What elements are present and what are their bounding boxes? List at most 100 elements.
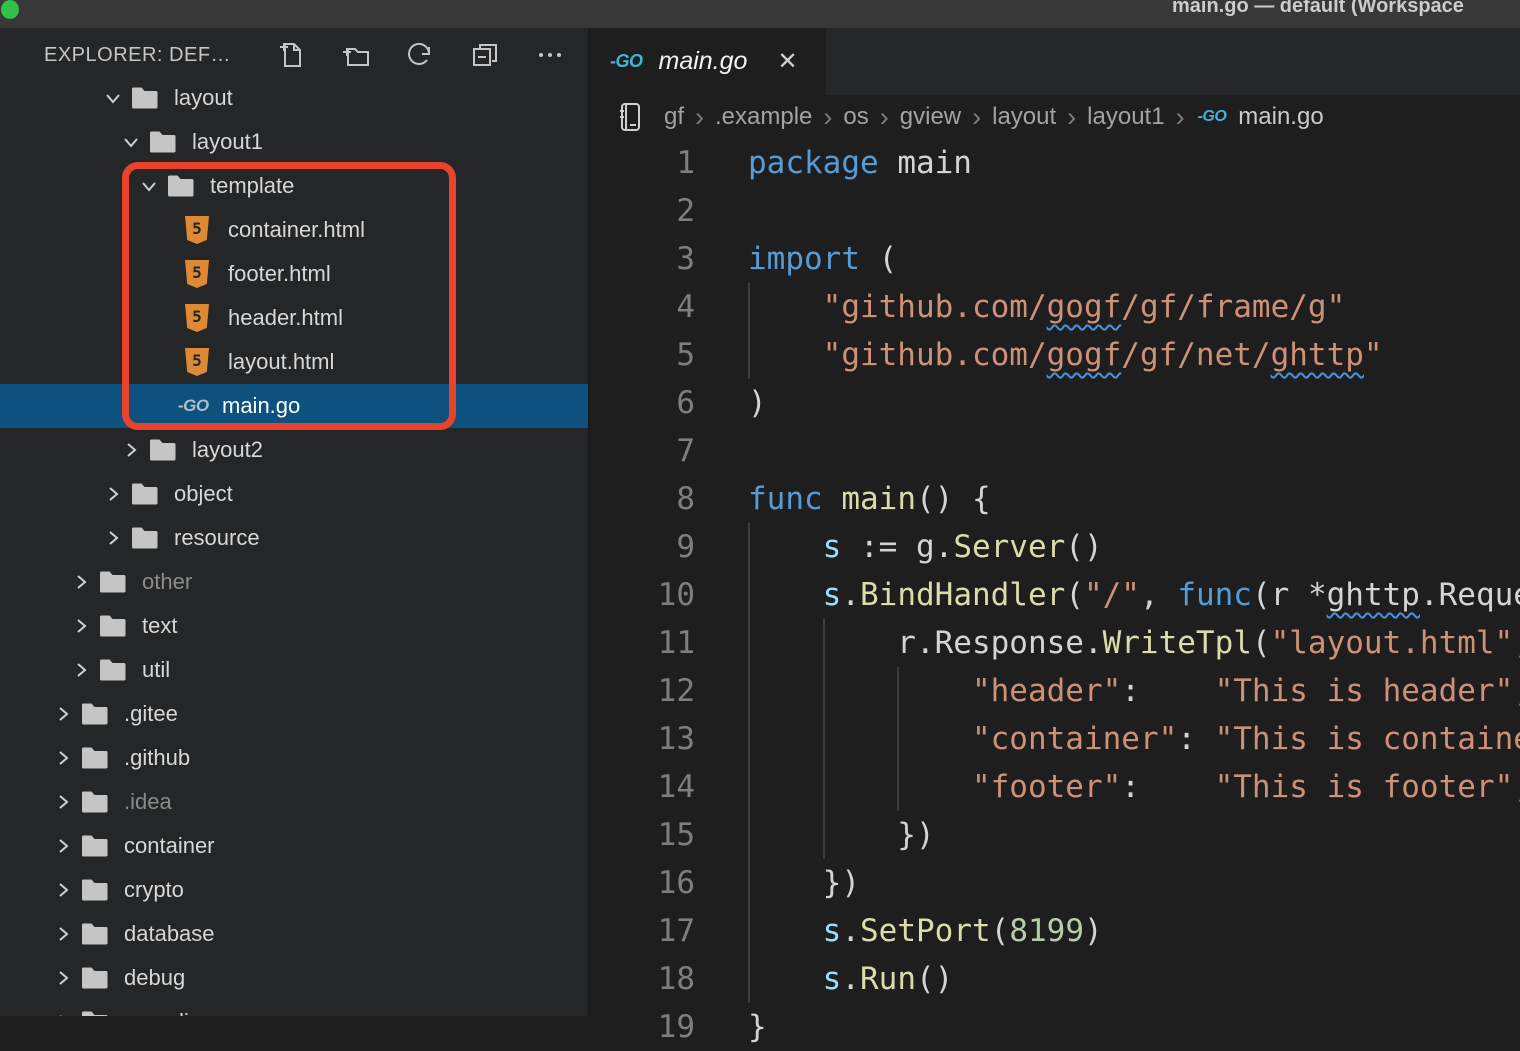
chevron-open-icon[interactable] [120,120,148,164]
code-text: import ( [748,235,897,283]
code-line-17: 17 s.SetPort(8199) [590,907,1520,955]
svg-text:5: 5 [192,263,202,282]
tree-item-label: resource [174,525,260,551]
collapse-all-icon[interactable] [469,39,501,71]
new-file-icon[interactable] [274,39,306,71]
chevron-closed-icon[interactable] [52,956,80,1000]
chevron-closed-icon[interactable] [52,868,80,912]
tree-item-label: crypto [124,877,184,903]
code-text: func main() { [748,475,991,523]
code-text: "header": "This is header", [748,667,1520,715]
tree-item-label: .idea [124,789,172,815]
folder-icon [148,428,192,472]
tree-item-resource[interactable]: resource [0,516,588,560]
chevron-spacer [156,252,184,296]
code-text: ) [748,379,767,427]
code-text: } [748,1003,767,1051]
chevron-closed-icon[interactable] [52,824,80,868]
tree-item-.idea[interactable]: .idea [0,780,588,824]
tab-label: main.go [659,47,748,76]
chevron-spacer [150,384,178,428]
code-line-18: 18 s.Run() [590,955,1520,1003]
code-text: "footer": "This is footer", [748,763,1520,811]
breadcrumb-item-gview[interactable]: gview [900,103,961,131]
tree-item-layout.html[interactable]: 5layout.html [0,340,588,384]
tree-item-layout2[interactable]: layout2 [0,428,588,472]
refresh-icon[interactable] [404,39,436,71]
chevron-closed-icon[interactable] [52,736,80,780]
tree-item-.gitee[interactable]: .gitee [0,692,588,736]
breadcrumb-separator: › [1176,102,1185,133]
tree-item-footer.html[interactable]: 5 footer.html [0,252,588,296]
close-icon[interactable]: ✕ [777,47,797,76]
tree-item-main.go[interactable]: -GOmain.go [0,384,588,428]
code-text: s := g.Server() [748,523,1103,571]
html-icon: 5 [184,208,228,252]
chevron-closed-icon[interactable] [70,560,98,604]
chevron-closed-icon[interactable] [120,428,148,472]
code-line-8: 8func main() { [590,475,1520,523]
chevron-closed-icon[interactable] [70,648,98,692]
tree-item-debug[interactable]: debug [0,956,588,1000]
line-number: 15 [590,811,695,859]
breadcrumb-item-layout1[interactable]: layout1 [1087,103,1164,131]
breadcrumb-item-os[interactable]: os [843,103,868,131]
tree-item-text[interactable]: text [0,604,588,648]
new-folder-icon[interactable] [339,39,371,71]
line-number: 14 [590,763,695,811]
tree-item-util[interactable]: util [0,648,588,692]
tree-item-object[interactable]: object [0,472,588,516]
tree-item-.github[interactable]: .github [0,736,588,780]
chevron-spacer [156,208,184,252]
more-icon[interactable] [534,39,566,71]
code-text: s.SetPort(8199) [748,907,1103,955]
tree-item-layout[interactable]: layout [0,76,588,120]
tree-item-label: .github [124,745,190,771]
tree-item-layout1[interactable]: layout1 [0,120,588,164]
chevron-closed-icon[interactable] [102,516,130,560]
tree-item-header.html[interactable]: 5header.html [0,296,588,340]
window-title: main.go — default (Workspace [1172,0,1464,18]
active-tab[interactable]: -GO main.go ✕ [590,28,826,95]
line-number: 6 [590,379,695,427]
code-area[interactable]: 1package main23import (4 "github.com/gog… [590,139,1520,1016]
chevron-open-icon[interactable] [102,76,130,120]
breadcrumb-item-gf[interactable]: gf [664,103,684,131]
tree-item-label: footer.html [228,261,331,287]
tree-item-other[interactable]: other [0,560,588,604]
chevron-closed-icon[interactable] [102,472,130,516]
tree-item-container[interactable]: container [0,824,588,868]
chevron-open-icon[interactable] [138,164,166,208]
line-number: 3 [590,235,695,283]
breadcrumb-file[interactable]: main.go [1238,103,1323,131]
chevron-closed-icon[interactable] [52,912,80,956]
chevron-closed-icon[interactable] [52,780,80,824]
tree-item-template[interactable]: template [0,164,588,208]
tree-item-encoding[interactable]: encoding [0,1000,588,1016]
line-number: 9 [590,523,695,571]
tree-item-label: text [142,613,177,639]
line-number: 4 [590,283,695,331]
code-line-7: 7 [590,427,1520,475]
breadcrumb-item-layout[interactable]: layout [992,103,1056,131]
chevron-closed-icon[interactable] [52,1000,80,1016]
code-line-1: 1package main [590,139,1520,187]
code-line-10: 10 s.BindHandler("/", func(r *ghttp.Requ… [590,571,1520,619]
tree-item-crypto[interactable]: crypto [0,868,588,912]
tab-bar: -GO main.go ✕ [590,28,1520,95]
chevron-closed-icon[interactable] [70,604,98,648]
tree-item-database[interactable]: database [0,912,588,956]
breadcrumb-separator: › [880,102,889,133]
code-line-19: 19} [590,1003,1520,1051]
folder-icon [130,516,174,560]
notebook-icon [618,102,642,132]
title-bar: main.go — default (Workspace [0,0,1520,28]
breadcrumb-separator: › [823,102,832,133]
chevron-closed-icon[interactable] [52,692,80,736]
traffic-light-green[interactable] [1,0,19,19]
breadcrumb-item-.example[interactable]: .example [715,103,812,131]
explorer-actions [274,39,566,71]
tree-item-label: .gitee [124,701,178,727]
folder-icon [80,736,124,780]
tree-item-container.html[interactable]: 5container.html [0,208,588,252]
